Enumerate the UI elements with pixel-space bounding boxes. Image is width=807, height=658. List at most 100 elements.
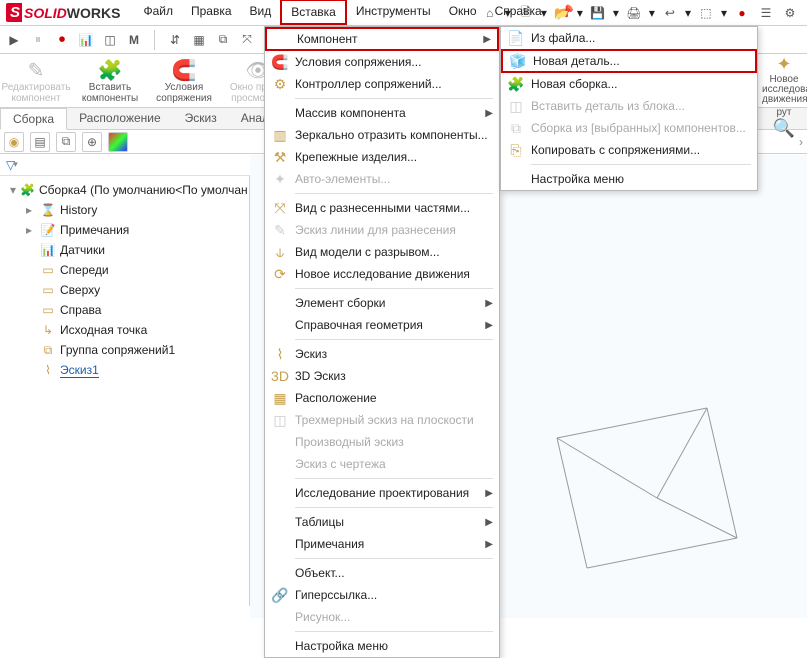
layout-icon[interactable]: ▦ <box>189 30 209 50</box>
gear-icon[interactable]: ⚙ <box>781 4 799 22</box>
tree-item-label: Спереди <box>60 263 109 277</box>
open-icon[interactable]: 📂 <box>553 4 571 22</box>
menu-item[interactable]: Настройка меню <box>501 168 757 190</box>
menu-item[interactable]: ⌇Эскиз <box>265 343 499 365</box>
menu-item[interactable]: Элемент сборки▶ <box>265 292 499 314</box>
m-icon[interactable]: M <box>124 30 144 50</box>
menu-файл[interactable]: Файл <box>134 0 182 25</box>
menu-item-label: Вид с разнесенными частями... <box>291 201 493 215</box>
align-icon[interactable]: ⇵ <box>165 30 185 50</box>
undo-icon[interactable]: ↩ <box>661 4 679 22</box>
menu-item[interactable]: Массив компонента▶ <box>265 102 499 124</box>
save-icon[interactable]: 💾 <box>589 4 607 22</box>
config-mgr-icon[interactable]: ⧉ <box>56 132 76 152</box>
menu-item[interactable]: ⚒Крепежные изделия... <box>265 146 499 168</box>
ribbon-btn-2[interactable]: 🧲Условия сопряжения <box>152 56 216 104</box>
menu-item-label: Крепежные изделия... <box>291 150 493 164</box>
appearance-icon[interactable] <box>108 132 128 152</box>
select-icon[interactable]: ⬚ <box>697 4 715 22</box>
menu-item[interactable]: ⎘Копировать с сопряжениями... <box>501 139 757 161</box>
menu-item[interactable]: 🧲Условия сопряжения... <box>265 51 499 73</box>
new-icon[interactable]: 🗎 <box>517 4 535 22</box>
tree-item[interactable]: ▭Спереди <box>4 260 245 280</box>
pause-icon[interactable]: ⏸ <box>28 30 48 50</box>
tree-item[interactable]: 📊Датчики <box>4 240 245 260</box>
menu-item-icon: ⎘ <box>505 142 527 159</box>
chart-icon[interactable]: 📊 <box>76 30 96 50</box>
property-mgr-icon[interactable]: ▤ <box>30 132 50 152</box>
menu-item-icon: ⚒ <box>269 149 291 166</box>
insert-menu[interactable]: Компонент▶🧲Условия сопряжения...⚙Контрол… <box>264 26 500 658</box>
home-icon[interactable]: ⌂ <box>481 4 499 22</box>
menu-item[interactable]: Исследование проектирования▶ <box>265 482 499 504</box>
menu-item[interactable]: ⫝Вид модели с разрывом... <box>265 241 499 263</box>
menu-item[interactable]: Справочная геометрия▶ <box>265 314 499 336</box>
explode-icon[interactable]: ⤧ <box>237 30 257 50</box>
menu-item[interactable]: Компонент▶ <box>265 27 499 51</box>
tree-item[interactable]: ⌇Эскиз1 <box>4 360 245 380</box>
stack-icon[interactable]: ⧉ <box>213 30 233 50</box>
menu-item-icon: ⚙ <box>269 76 291 93</box>
print-icon[interactable]: 🖨 <box>625 4 643 22</box>
menu-item[interactable]: ⚙Контроллер сопряжений... <box>265 73 499 95</box>
tree-item[interactable]: ⧉Группа сопряжений1 <box>4 340 245 360</box>
routing-button[interactable]: рут 🔍 <box>762 108 806 139</box>
record-icon[interactable]: ⏺ <box>52 30 72 50</box>
ribbon-btn-0: ✎Редактировать компонент <box>4 56 68 104</box>
menu-item[interactable]: 🧩Новая сборка... <box>501 73 757 95</box>
menu-item[interactable]: Примечания▶ <box>265 533 499 555</box>
tab-Расположение[interactable]: Расположение <box>67 108 173 129</box>
menu-инструменты[interactable]: Инструменты <box>347 0 440 25</box>
box-icon[interactable]: ◫ <box>100 30 120 50</box>
chevron-right-icon: ▶ <box>485 517 493 528</box>
rec-icon[interactable]: ● <box>733 4 751 22</box>
menu-item[interactable]: 3D3D Эскиз <box>265 365 499 387</box>
menu-item[interactable]: 📄Из файла... <box>501 27 757 49</box>
menu-item-label: Эскиз линии для разнесения <box>291 223 493 237</box>
tab-Эскиз[interactable]: Эскиз <box>173 108 229 129</box>
dim-mgr-icon[interactable]: ⊕ <box>82 132 102 152</box>
menu-правка[interactable]: Правка <box>182 0 241 25</box>
menu-item-label: Из файла... <box>527 31 751 45</box>
menu-item-icon: 🧲 <box>269 54 291 71</box>
tree-root-label: Сборка4 (По умолчанию<По умолчан <box>39 183 248 197</box>
menu-item: Производный эскиз <box>265 431 499 453</box>
menu-item[interactable]: Объект... <box>265 562 499 584</box>
menu-окно[interactable]: Окно <box>440 0 486 25</box>
menu-вставка[interactable]: Вставка <box>280 0 347 25</box>
tree-item[interactable]: ▭Справа <box>4 300 245 320</box>
menu-item[interactable]: 🔗Гиперссылка... <box>265 584 499 606</box>
tab-Сборка[interactable]: Сборка <box>0 108 67 130</box>
menu-item[interactable]: 🧊Новая деталь... <box>501 49 757 73</box>
play-icon[interactable]: ▶ <box>4 30 24 50</box>
minus-icon[interactable]: ▾ <box>10 183 16 197</box>
menu-item[interactable]: ⤧Вид с разнесенными частями... <box>265 197 499 219</box>
ribbon-btn-1[interactable]: 🧩Вставить компоненты <box>78 56 142 104</box>
tree-item-label: Эскиз1 <box>60 363 99 378</box>
menu-item-icon: ✦ <box>269 171 291 188</box>
menu-item[interactable]: Настройка меню <box>265 635 499 657</box>
tree-item-icon: ⧉ <box>40 343 56 358</box>
menu-item-label: Зеркально отразить компоненты... <box>291 128 493 142</box>
menu-item[interactable]: Таблицы▶ <box>265 511 499 533</box>
menu-item[interactable]: ▦Расположение <box>265 387 499 409</box>
tree-root[interactable]: ▾ 🧩 Сборка4 (По умолчанию<По умолчан <box>4 180 245 200</box>
list-icon[interactable]: ☰ <box>757 4 775 22</box>
menu-item[interactable]: ⟳Новое исследование движения <box>265 263 499 285</box>
tree-item[interactable]: ▭Сверху <box>4 280 245 300</box>
tree-item[interactable]: ▸📝Примечания <box>4 220 245 240</box>
menu-item-label: Массив компонента <box>291 106 485 120</box>
quick-access-toolbar: ⌂▾ 🗎▾ 📂▾ 💾▾ 🖨▾ ↩▾ ⬚▾ ● ☰ ⚙ <box>481 2 799 24</box>
tree-item-icon: ▭ <box>40 303 56 317</box>
new-motion-study-button[interactable]: ✦ Новое исследование движения <box>762 54 806 105</box>
feature-tree-icon[interactable]: ◉ <box>4 132 24 152</box>
tree-item[interactable]: ↳Исходная точка <box>4 320 245 340</box>
menu-item-label: Контроллер сопряжений... <box>291 77 493 91</box>
component-submenu[interactable]: 📄Из файла...🧊Новая деталь...🧩Новая сборк… <box>500 26 758 191</box>
menu-item: ⧉Сборка из [выбранных] компонентов... <box>501 117 757 139</box>
menu-item: Рисунок... <box>265 606 499 628</box>
menu-вид[interactable]: Вид <box>241 0 281 25</box>
menu-item[interactable]: ▥Зеркально отразить компоненты... <box>265 124 499 146</box>
tree-item[interactable]: ▸⌛History <box>4 200 245 220</box>
menu-item-label: Сборка из [выбранных] компонентов... <box>527 121 751 135</box>
